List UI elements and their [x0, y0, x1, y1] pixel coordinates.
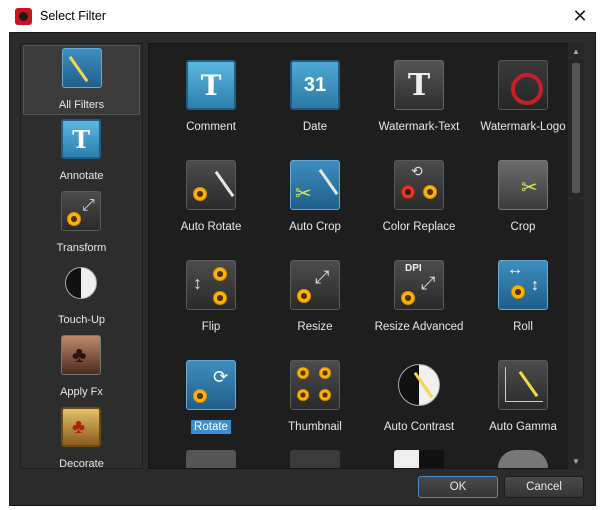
rotate-icon: ⟳ — [186, 360, 236, 410]
category-label: Annotate — [59, 170, 104, 182]
decorate-icon: ♣ — [61, 407, 101, 447]
filter-label: Roll — [513, 321, 533, 333]
category-transform[interactable]: ⤢ Transform — [23, 189, 140, 259]
all-filters-icon — [62, 48, 102, 88]
cancel-button[interactable]: Cancel — [504, 476, 584, 498]
filter-thumbnail[interactable]: Thumbnail — [263, 350, 367, 450]
scroll-down-arrow-icon[interactable]: ▼ — [568, 454, 584, 468]
app-icon — [15, 8, 32, 25]
comment-icon: T — [186, 60, 236, 110]
filter-auto-crop[interactable]: ✂ Auto Crop — [263, 150, 367, 250]
filter-rotate[interactable]: ⟳ Rotate — [159, 350, 263, 450]
filter-scrollbar[interactable]: ▲ ▼ — [568, 43, 584, 469]
filter-watermark-text[interactable]: T Watermark-Text — [367, 50, 471, 150]
filter-label: Thumbnail — [288, 421, 342, 433]
filter-comment[interactable]: T Comment — [159, 50, 263, 150]
title-bar: Select Filter ✕ — [0, 0, 601, 32]
filter-color-replace[interactable]: ⟲ Color Replace — [367, 150, 471, 250]
category-decorate[interactable]: ♣ Decorate — [23, 405, 140, 469]
filter-auto-gamma[interactable]: Auto Gamma — [471, 350, 575, 450]
filter-label: Color Replace — [382, 221, 456, 233]
filter-label: Auto Contrast — [383, 421, 455, 433]
category-touch-up[interactable]: Touch-Up — [23, 261, 140, 331]
scroll-thumb[interactable] — [572, 63, 580, 193]
crop-icon: ✂ — [498, 160, 548, 210]
filter-label: Flip — [201, 321, 221, 333]
filter-partial-4[interactable] — [498, 450, 548, 468]
filter-partial-1[interactable] — [186, 450, 236, 468]
resize-advanced-icon: DPI ⤢ — [394, 260, 444, 310]
ok-button[interactable]: OK — [418, 476, 498, 498]
filter-label: Resize — [297, 321, 333, 333]
filter-watermark-logo[interactable]: Watermark-Logo — [471, 50, 575, 150]
filter-grid: T Comment 31 Date T Watermark-Text Water… — [148, 43, 584, 469]
filter-label: Auto Crop — [289, 221, 341, 233]
apply-fx-icon: ♣ — [61, 335, 101, 375]
filter-auto-rotate[interactable]: Auto Rotate — [159, 150, 263, 250]
filter-roll[interactable]: ↔ ↕ Roll — [471, 250, 575, 350]
auto-contrast-icon — [394, 360, 444, 410]
close-button[interactable]: ✕ — [566, 3, 594, 29]
category-label: All Filters — [58, 99, 105, 111]
category-apply-fx[interactable]: ♣ Apply Fx — [23, 333, 140, 403]
select-filter-dialog: All Filters T Annotate ⤢ Transform Touch… — [9, 32, 596, 506]
scroll-up-arrow-icon[interactable]: ▲ — [568, 44, 584, 58]
touch-up-icon — [61, 263, 101, 303]
transform-icon: ⤢ — [61, 191, 101, 231]
filter-label: Watermark-Text — [378, 121, 460, 133]
filter-label: Resize Advanced — [374, 321, 464, 333]
filter-resize[interactable]: ⤢ Resize — [263, 250, 367, 350]
filter-crop[interactable]: ✂ Crop — [471, 150, 575, 250]
auto-gamma-icon — [498, 360, 548, 410]
category-annotate[interactable]: T Annotate — [23, 117, 140, 187]
category-label: Transform — [56, 242, 107, 254]
auto-rotate-icon — [186, 160, 236, 210]
watermark-logo-icon — [498, 60, 548, 110]
window-title: Select Filter — [40, 9, 106, 23]
filter-label: Watermark-Logo — [480, 121, 566, 133]
roll-icon: ↔ ↕ — [498, 260, 548, 310]
filter-label: Auto Rotate — [180, 221, 242, 233]
date-icon: 31 — [290, 60, 340, 110]
category-label: Apply Fx — [60, 386, 103, 398]
category-list: All Filters T Annotate ⤢ Transform Touch… — [20, 43, 143, 469]
resize-icon: ⤢ — [290, 260, 340, 310]
filter-partial-2[interactable] — [290, 450, 340, 468]
filter-label: Rotate — [191, 420, 231, 434]
filter-label: Crop — [510, 221, 536, 233]
filter-label: Comment — [186, 121, 236, 133]
filter-auto-contrast[interactable]: Auto Contrast — [367, 350, 471, 450]
thumbnail-icon — [290, 360, 340, 410]
filter-label: Auto Gamma — [489, 421, 557, 433]
filter-partial-3[interactable] — [394, 450, 444, 468]
category-label: Decorate — [59, 458, 104, 469]
filter-date[interactable]: 31 Date — [263, 50, 367, 150]
filter-label: Date — [302, 121, 328, 133]
color-replace-icon: ⟲ — [394, 160, 444, 210]
auto-crop-icon: ✂ — [290, 160, 340, 210]
watermark-text-icon: T — [394, 60, 444, 110]
flip-icon: ↕ — [186, 260, 236, 310]
annotate-icon: T — [61, 119, 101, 159]
category-all-filters[interactable]: All Filters — [23, 45, 140, 115]
category-label: Touch-Up — [57, 314, 106, 326]
filter-resize-advanced[interactable]: DPI ⤢ Resize Advanced — [367, 250, 471, 350]
filter-flip[interactable]: ↕ Flip — [159, 250, 263, 350]
